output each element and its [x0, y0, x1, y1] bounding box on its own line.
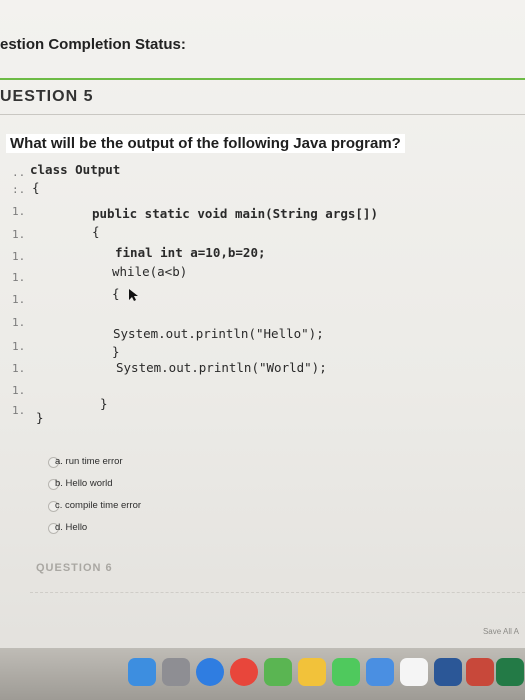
- code-line-while: while(a<b): [112, 264, 188, 279]
- line-bullet: 1.: [12, 271, 26, 284]
- code-line-main-close: }: [100, 396, 108, 411]
- line-bullet: 1.: [12, 293, 26, 306]
- answer-label: c. compile time error: [55, 500, 142, 511]
- maps-icon[interactable]: [264, 658, 292, 686]
- line-bullet: 1.: [12, 228, 26, 241]
- mouse-pointer-icon: [129, 289, 138, 301]
- line-bullet: 1.: [12, 250, 26, 263]
- code-line-println-world: System.out.println("World");: [116, 360, 327, 375]
- line-bullet: 1.: [12, 316, 26, 329]
- calendar-icon[interactable]: [400, 658, 428, 686]
- word-icon[interactable]: [434, 658, 462, 686]
- answer-option-b[interactable]: b. Hello world: [48, 476, 348, 498]
- code-line-main: public static void main(String args[]): [92, 206, 378, 221]
- code-line-println-hello: System.out.println("Hello");: [113, 326, 324, 341]
- next-question-header: QUESTION 6: [36, 562, 113, 574]
- line-bullet: 1.: [12, 362, 26, 375]
- question-divider: [0, 114, 525, 115]
- code-line-while-brace: {: [112, 286, 120, 301]
- line-bullet: 1.: [12, 340, 26, 353]
- line-bullet: 1.: [12, 205, 26, 218]
- photos-icon[interactable]: [298, 658, 326, 686]
- answer-list: a. run time error b. Hello world c. comp…: [48, 454, 348, 542]
- question-prompt: What will be the output of the following…: [6, 134, 405, 153]
- mail-icon[interactable]: [366, 658, 394, 686]
- answer-option-c[interactable]: c. compile time error: [48, 498, 348, 520]
- line-bullet: :.: [12, 183, 26, 196]
- completion-status-title: estion Completion Status:: [0, 36, 186, 53]
- line-bullet: ..: [12, 166, 26, 179]
- quiz-page: estion Completion Status: UESTION 5 What…: [0, 0, 525, 700]
- excel-icon[interactable]: [496, 658, 524, 686]
- answer-label: a. run time error: [55, 456, 123, 467]
- chrome-icon[interactable]: [230, 658, 258, 686]
- answer-option-d[interactable]: d. Hello: [48, 520, 348, 542]
- answer-option-a[interactable]: a. run time error: [48, 454, 348, 476]
- messages-icon[interactable]: [332, 658, 360, 686]
- save-all-button[interactable]: Save All A: [483, 627, 519, 636]
- code-line-main-brace: {: [92, 224, 100, 239]
- finder-icon[interactable]: [128, 658, 156, 686]
- code-line-class: class Output: [30, 162, 121, 177]
- powerpoint-icon[interactable]: [466, 658, 494, 686]
- line-bullet: 1.: [12, 384, 26, 397]
- code-line-open-brace: {: [32, 180, 40, 195]
- code-line-while-close: }: [112, 344, 120, 359]
- answer-label: d. Hello: [55, 522, 88, 533]
- mac-dock: [0, 648, 525, 700]
- launchpad-icon[interactable]: [162, 658, 190, 686]
- safari-icon[interactable]: [196, 658, 224, 686]
- code-line-class-close: }: [36, 410, 44, 425]
- line-bullet: 1.: [12, 404, 26, 417]
- status-divider: [0, 78, 525, 80]
- next-question-divider: [30, 592, 525, 593]
- question-header: UESTION 5: [0, 88, 94, 105]
- answer-label: b. Hello world: [55, 478, 113, 489]
- code-line-final: final int a=10,b=20;: [115, 245, 266, 260]
